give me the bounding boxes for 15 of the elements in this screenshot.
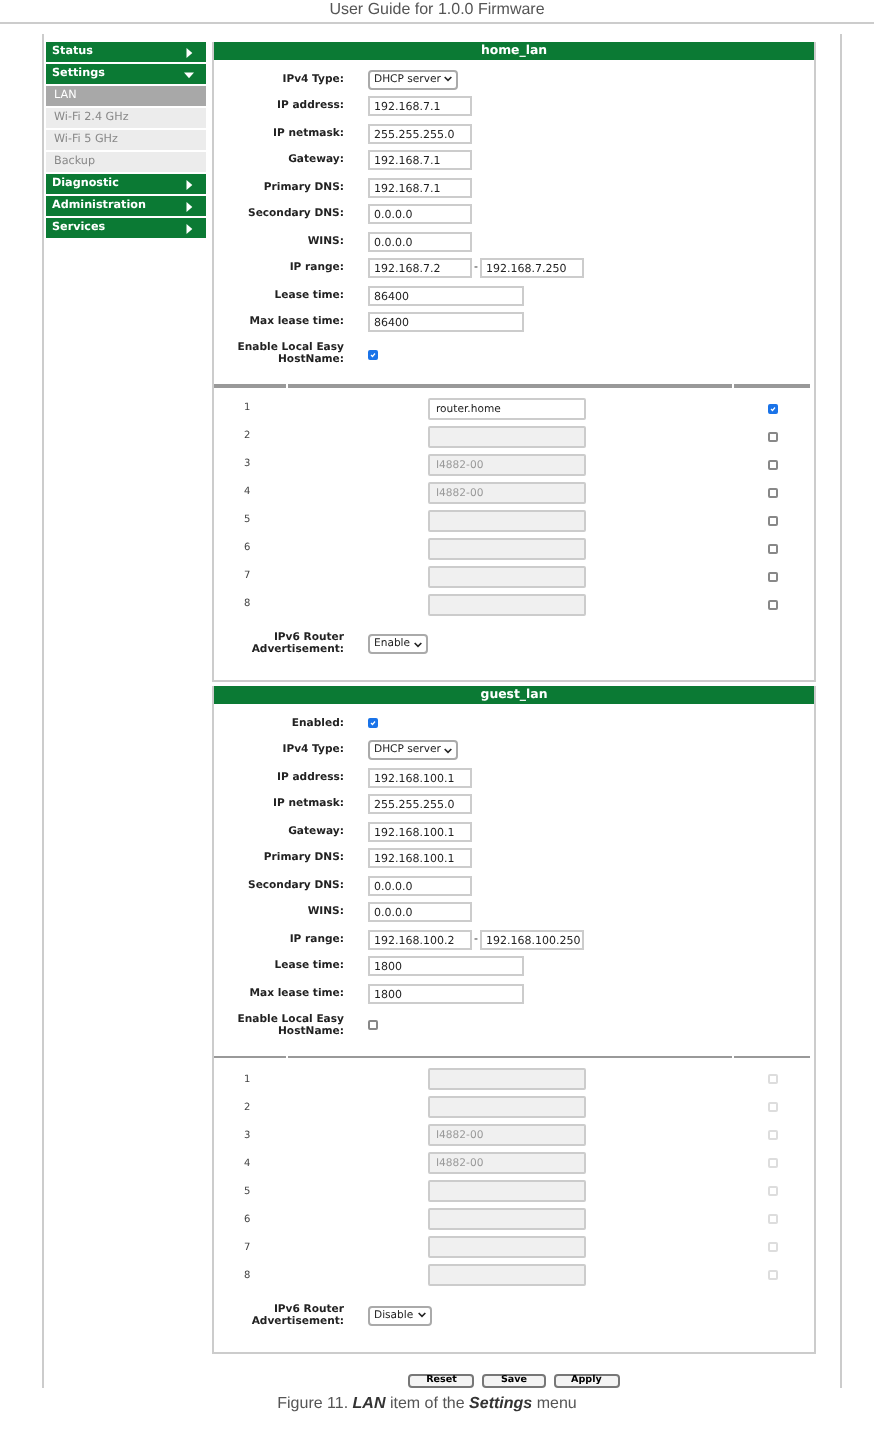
chevron-down-icon <box>414 641 423 647</box>
caret-icon <box>184 201 194 211</box>
checkbox[interactable] <box>368 718 378 729</box>
checkbox[interactable] <box>368 1020 378 1030</box>
page-header: User Guide for 1.0.0 Firmware <box>0 0 874 24</box>
caret-icon <box>184 223 194 233</box>
chevron-down-icon <box>417 1312 426 1318</box>
checkbox[interactable] <box>368 349 378 359</box>
chevron-down-icon <box>444 747 453 754</box>
caret-icon <box>184 69 194 79</box>
figure-caption: Figure 11. LAN item of the Settings menu <box>275 1393 579 1411</box>
checkbox[interactable] <box>768 403 778 413</box>
chevron-down-icon <box>444 76 453 83</box>
caret-icon <box>184 179 194 189</box>
caret-icon <box>184 47 194 57</box>
